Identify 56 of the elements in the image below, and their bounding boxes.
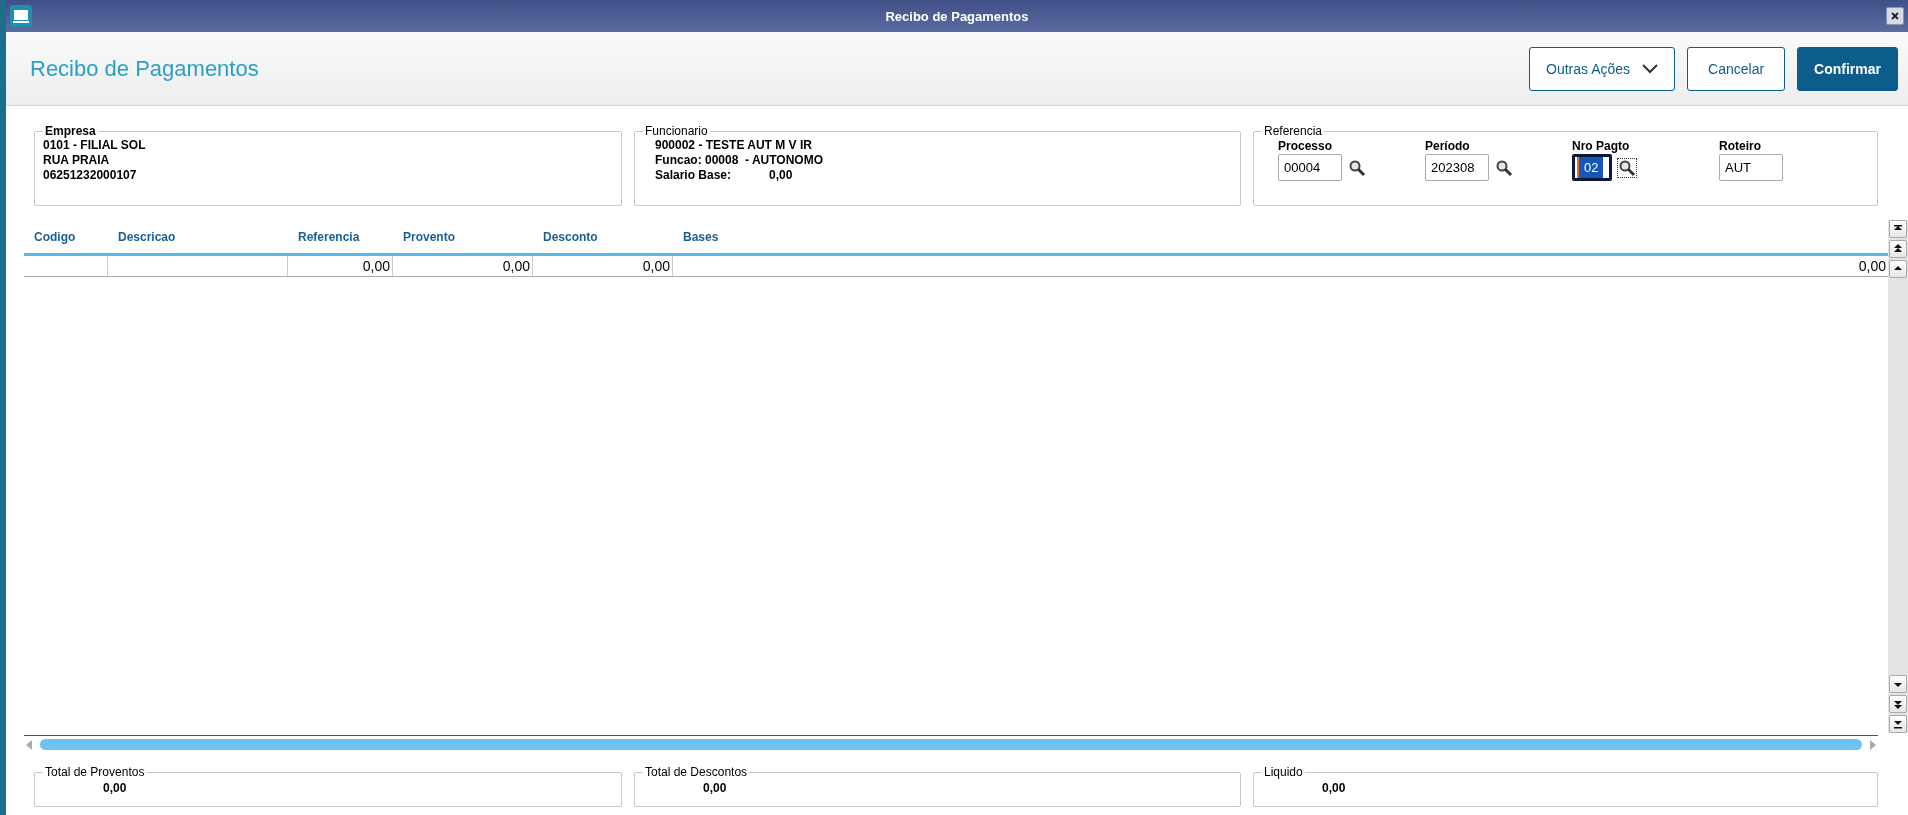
company-info: 06251232000107	[43, 168, 138, 183]
input-field[interactable]: AUT	[1719, 154, 1783, 181]
input-field[interactable]: 00004	[1278, 154, 1342, 181]
page-up-icon	[1892, 243, 1904, 255]
table-cell: 0,00	[393, 256, 533, 276]
scroll-bottom-icon	[1892, 718, 1904, 730]
panel-legend: Referencia	[1262, 124, 1325, 138]
scroll-top-button[interactable]	[1889, 220, 1907, 238]
focused-input-field[interactable]: 02	[1572, 154, 1612, 181]
more-actions-button[interactable]: Outras Ações	[1529, 46, 1676, 91]
window-title: Recibo de Pagamentos	[885, 8, 1029, 24]
field-label: Nro Pagto	[1572, 138, 1631, 154]
scroll-down-button[interactable]	[1889, 675, 1907, 693]
input-field[interactable]: 202308	[1425, 154, 1489, 181]
app-icon	[10, 5, 32, 27]
column-header[interactable]: Bases	[673, 229, 1888, 244]
salary-value: 0,00	[769, 168, 793, 183]
confirm-button[interactable]: Confirmar	[1797, 46, 1898, 91]
panel-legend: Empresa	[43, 124, 98, 138]
table-cell: 0,00	[533, 256, 673, 276]
close-icon	[1891, 12, 1899, 20]
column-header[interactable]: Referencia	[288, 229, 393, 244]
column-header[interactable]: Codigo	[24, 229, 108, 244]
scrollbar-thumb[interactable]	[40, 739, 1862, 750]
page-down-button[interactable]	[1889, 695, 1907, 713]
table-cell-text: 0,00	[1857, 257, 1887, 276]
company-info: 0101 - FILIAL SOL	[43, 138, 147, 153]
search-icon[interactable]	[1495, 158, 1513, 177]
panel-legend: Total de Descontos	[643, 765, 750, 779]
company-info: RUA PRAIA	[43, 153, 111, 168]
field-label: Período	[1425, 138, 1471, 154]
employee-info: Funcao: 00008 - AUTONOMO	[655, 153, 824, 168]
column-header[interactable]: Desconto	[533, 229, 673, 244]
search-icon[interactable]	[1618, 158, 1636, 177]
page-up-button[interactable]	[1889, 240, 1907, 258]
page-title: Recibo de Pagamentos	[30, 55, 260, 82]
scroll-bottom-button[interactable]	[1889, 715, 1907, 733]
employee-info: 900002 - TESTE AUT M V IR	[655, 138, 812, 153]
close-button[interactable]	[1886, 7, 1904, 25]
field-label: Processo	[1278, 138, 1334, 154]
panel-legend: Liquido	[1262, 765, 1305, 779]
column-header[interactable]: Descricao	[108, 229, 288, 244]
panel-legend: Total de Proventos	[43, 765, 147, 779]
total-value: 0,00	[702, 780, 728, 797]
scroll-up-button[interactable]	[1889, 260, 1907, 278]
search-icon[interactable]	[1348, 158, 1366, 177]
table-cell: 0,00	[288, 256, 393, 276]
chevron-down-icon	[1642, 63, 1659, 74]
total-value: 0,00	[102, 780, 128, 797]
page-down-icon	[1892, 698, 1904, 710]
field-label: Roteiro	[1719, 138, 1762, 154]
total-value: 0,00	[1321, 780, 1347, 797]
panel-legend: Funcionario	[643, 124, 710, 138]
column-header[interactable]: Provento	[393, 229, 533, 244]
salary-label: Salario Base:	[655, 168, 732, 183]
cancel-button[interactable]: Cancelar	[1687, 46, 1786, 91]
